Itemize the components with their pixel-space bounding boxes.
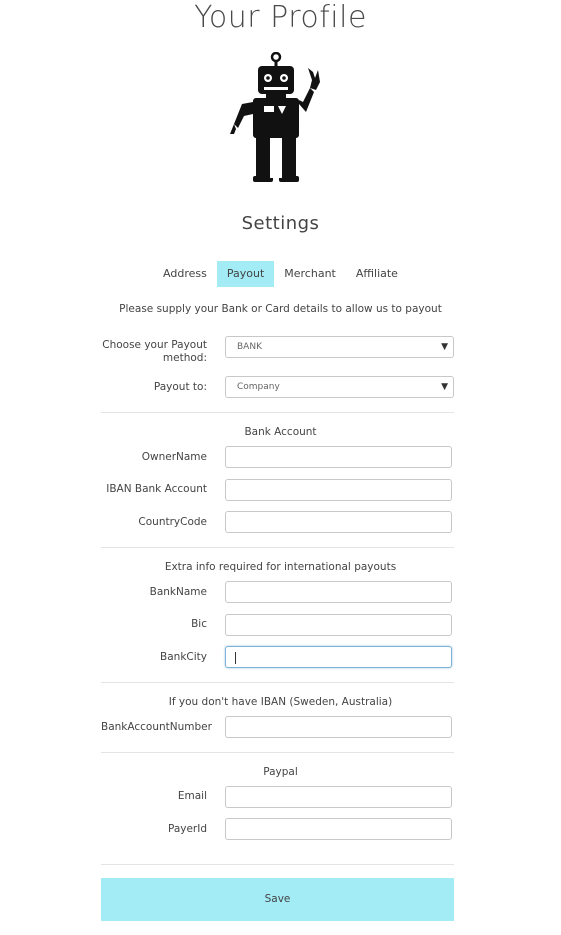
payout-to-value: Company (237, 382, 280, 392)
country-code-label: CountryCode (138, 516, 207, 528)
owner-name-label: OwnerName (141, 451, 207, 463)
bic-row: Bic (101, 614, 454, 638)
tab-address[interactable]: Address (153, 261, 217, 287)
divider (101, 412, 454, 413)
paypal-email-input[interactable] (225, 786, 452, 808)
owner-name-row: OwnerName (101, 446, 454, 470)
bic-label: Bic (191, 618, 207, 630)
iban-input[interactable] (225, 479, 452, 501)
payer-id-label: PayerId (167, 823, 207, 835)
country-code-row: CountryCode (101, 511, 454, 535)
tab-bar: Address Payout Merchant Affiliate (0, 261, 561, 287)
payout-to-label: Payout to: (153, 381, 207, 393)
divider (101, 547, 454, 548)
bank-city-input[interactable] (225, 646, 452, 668)
save-button[interactable]: Save (101, 878, 454, 921)
payout-to-select[interactable]: Company ▼ (225, 376, 454, 398)
settings-title: Settings (241, 213, 320, 234)
payout-method-value: BANK (237, 342, 262, 352)
text-caret (235, 652, 236, 664)
bank-account-number-row: BankAccountNumber (101, 716, 454, 740)
bank-account-heading: Bank Account (244, 426, 317, 438)
international-heading: Extra info required for international pa… (164, 561, 397, 573)
iban-row: IBAN Bank Account (101, 479, 454, 503)
chevron-down-icon: ▼ (441, 342, 448, 352)
payout-intro-text: Please supply your Bank or Card details … (119, 303, 442, 315)
divider (101, 864, 454, 865)
paypal-email-row: Email (101, 786, 454, 810)
chevron-down-icon: ▼ (441, 382, 448, 392)
bank-city-row: BankCity (101, 646, 454, 670)
tab-merchant[interactable]: Merchant (274, 261, 346, 287)
owner-name-input[interactable] (225, 446, 452, 468)
bank-name-label: BankName (149, 586, 207, 598)
page-title: Your Profile (194, 0, 367, 35)
paypal-heading: Paypal (263, 766, 298, 778)
bank-account-number-label: BankAccountNumber (101, 721, 212, 733)
bank-city-label: BankCity (160, 651, 207, 663)
iban-label: IBAN Bank Account (106, 483, 207, 495)
divider (101, 752, 454, 753)
bank-account-number-input[interactable] (225, 716, 452, 738)
tab-payout[interactable]: Payout (216, 261, 275, 287)
payout-method-label: Choose your Payout method: (102, 339, 207, 364)
bank-name-input[interactable] (225, 581, 452, 603)
divider (101, 682, 454, 683)
bic-input[interactable] (225, 614, 452, 636)
bank-name-row: BankName (101, 581, 454, 605)
payout-method-row: Choose your Payout method: BANK ▼ (101, 336, 454, 364)
payer-id-row: PayerId (101, 818, 454, 842)
payer-id-input[interactable] (225, 818, 452, 840)
country-code-input[interactable] (225, 511, 452, 533)
no-iban-heading: If you don't have IBAN (Sweden, Australi… (168, 696, 393, 708)
tab-affiliate[interactable]: Affiliate (346, 261, 408, 287)
payout-to-row: Payout to: Company ▼ (101, 376, 454, 400)
robot-icon (230, 52, 320, 182)
paypal-email-label: Email (177, 790, 207, 802)
payout-method-select[interactable]: BANK ▼ (225, 336, 454, 358)
